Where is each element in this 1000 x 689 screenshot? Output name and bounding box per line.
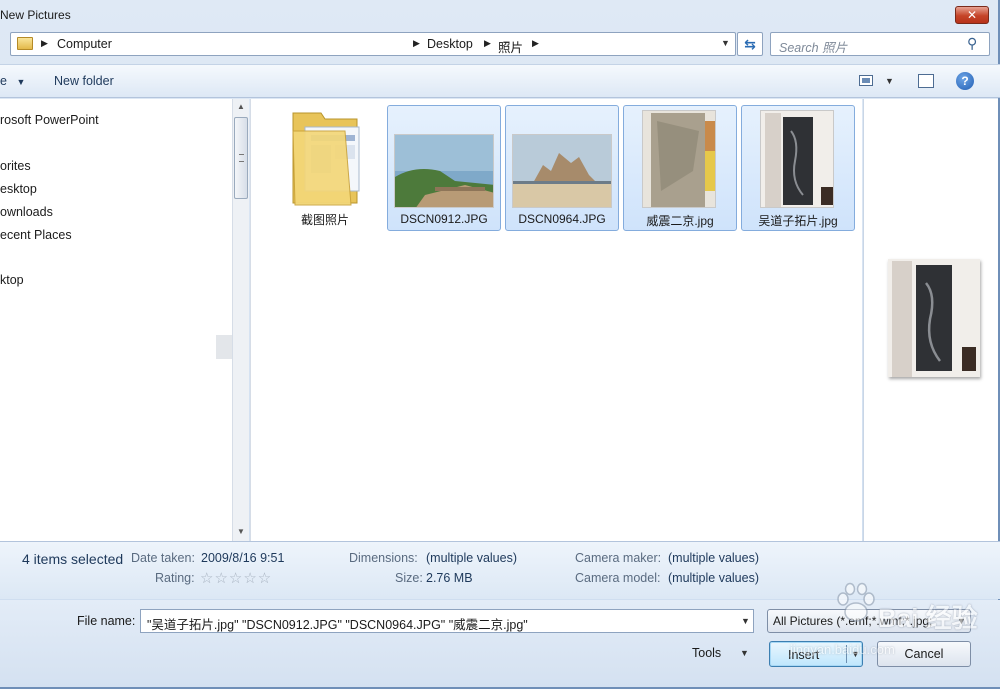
file-name-input[interactable]: "吴道子拓片.jpg" "DSCN0912.JPG" "DSCN0964.JPG… <box>147 614 528 633</box>
scroll-gap <box>216 335 232 359</box>
insert-picture-dialog: New Pictures ✕ ▶ Computer ▶ Desktop ▶ 照片… <box>0 0 1000 689</box>
refresh-icon: ⇆ <box>744 36 756 52</box>
file-name: 吴道子拓片.jpg <box>758 214 838 228</box>
chevron-right-icon[interactable]: ▶ <box>532 38 539 49</box>
title-bar: New Pictures ✕ <box>0 0 1000 30</box>
split-divider <box>846 645 847 663</box>
camera-maker-label: Camera maker: <box>575 551 662 565</box>
tools-button[interactable]: Tools <box>692 646 721 660</box>
file-list: 截图照片 DSCN0912.JPG DSCN0964.JPG 威震二京.jpg … <box>250 99 862 541</box>
rating-label: Rating: <box>155 571 195 585</box>
help-icon[interactable]: ? <box>956 72 974 90</box>
chevron-down-icon: ▼ <box>957 616 966 626</box>
close-button[interactable]: ✕ <box>955 6 989 24</box>
camera-model-label: Camera model: <box>575 571 661 585</box>
file-name: 威震二京.jpg <box>646 214 714 228</box>
file-type-select[interactable]: All Pictures (*.emf;*.wmf;*.jpg; ▼ <box>767 609 971 633</box>
details-pane: 4 items selected Date taken: 2009/8/16 9… <box>0 541 1000 599</box>
nav-item-desktop-tree[interactable]: ktop <box>0 273 24 287</box>
chevron-down-icon[interactable]: ▼ <box>721 38 730 48</box>
file-item-folder[interactable]: 截图照片 <box>269 105 383 231</box>
file-item-image[interactable]: 威震二京.jpg <box>623 105 737 231</box>
search-box[interactable]: Search 照片 ⚲ <box>770 32 990 56</box>
chevron-down-icon[interactable]: ▼ <box>851 649 860 659</box>
address-bar[interactable]: ▶ Computer ▶ Desktop ▶ 照片 ▶ ▼ <box>10 32 736 56</box>
grip-icon <box>239 154 244 162</box>
nav-item-desktop[interactable]: esktop <box>0 182 37 196</box>
view-options-icon[interactable] <box>859 75 873 86</box>
image-thumbnail <box>760 110 834 208</box>
rating-stars[interactable]: ☆☆☆☆☆ <box>200 569 272 587</box>
chevron-down-icon[interactable]: ▼ <box>740 648 749 658</box>
selection-count: 4 items selected <box>22 551 124 567</box>
breadcrumb-computer[interactable]: Computer <box>57 37 112 51</box>
redacted-area <box>133 33 425 55</box>
date-taken-label: Date taken: <box>131 551 195 565</box>
scroll-thumb[interactable] <box>234 117 248 199</box>
file-item-image[interactable]: DSCN0912.JPG <box>387 105 501 231</box>
insert-label: Insert <box>788 648 820 662</box>
size-label: Size: <box>395 571 423 585</box>
navigation-pane: rosoft PowerPoint orites esktop ownloads… <box>0 99 232 541</box>
file-type-value: All Pictures (*.emf;*.wmf;*.jpg; <box>773 614 933 628</box>
image-thumbnail <box>512 134 612 208</box>
file-item-image[interactable]: 吴道子拓片.jpg <box>741 105 855 231</box>
file-name-label: File name: <box>77 614 136 628</box>
image-thumbnail <box>394 134 494 208</box>
size-value: 2.76 MB <box>426 571 473 585</box>
command-toolbar: e ▼ New folder ▼ ? <box>0 64 1000 98</box>
camera-model-value[interactable]: (multiple values) <box>668 571 759 585</box>
cancel-button[interactable]: Cancel <box>877 641 971 667</box>
refresh-button[interactable]: ⇆ <box>737 32 763 56</box>
dimensions-value: (multiple values) <box>426 551 518 565</box>
address-row: ▶ Computer ▶ Desktop ▶ 照片 ▶ ▼ ⇆ Search 照… <box>0 32 1000 58</box>
dimensions-label: Dimensions: <box>349 551 418 565</box>
redacted-area <box>0 299 216 541</box>
chevron-right-icon[interactable]: ▶ <box>413 38 420 49</box>
breadcrumb-desktop[interactable]: Desktop <box>427 37 473 51</box>
new-folder-button[interactable]: New folder <box>54 74 114 88</box>
camera-maker-value[interactable]: (multiple values) <box>668 551 759 565</box>
search-input[interactable]: Search 照片 <box>779 37 847 56</box>
scroll-up-icon[interactable]: ▲ <box>237 102 245 111</box>
nav-item-recent-places[interactable]: ecent Places <box>0 228 72 242</box>
redacted-area <box>216 335 232 541</box>
breadcrumb-photos[interactable]: 照片 <box>498 37 523 56</box>
insert-button[interactable]: Insert ▼ <box>769 641 863 667</box>
window-title: New Pictures <box>0 8 71 22</box>
preview-pane-icon[interactable] <box>918 74 934 88</box>
chevron-down-icon[interactable]: ▼ <box>741 616 750 626</box>
nav-scrollbar[interactable]: ▲ ▼ <box>232 99 249 541</box>
file-name-field[interactable]: "吴道子拓片.jpg" "DSCN0912.JPG" "DSCN0964.JPG… <box>140 609 754 633</box>
chevron-down-icon[interactable]: ▼ <box>885 76 894 86</box>
organize-button[interactable]: e ▼ <box>0 74 25 88</box>
nav-item-downloads[interactable]: ownloads <box>0 205 53 219</box>
chevron-right-icon[interactable]: ▶ <box>41 38 48 49</box>
file-name: 截图照片 <box>300 213 349 227</box>
chevron-right-icon[interactable]: ▶ <box>484 38 491 49</box>
date-taken-value[interactable]: 2009/8/16 9:51 <box>201 551 284 565</box>
image-thumbnail <box>642 110 716 208</box>
file-item-image[interactable]: DSCN0964.JPG <box>505 105 619 231</box>
nav-item-favorites[interactable]: orites <box>0 159 31 173</box>
scroll-down-icon[interactable]: ▼ <box>237 527 245 536</box>
search-icon[interactable]: ⚲ <box>967 35 977 52</box>
chevron-down-icon: ▼ <box>16 77 26 87</box>
close-icon: ✕ <box>966 8 978 22</box>
folder-icon <box>17 37 33 50</box>
preview-pane <box>863 99 998 541</box>
preview-image <box>888 259 980 377</box>
folder-icon <box>292 112 360 206</box>
file-name: DSCN0964.JPG <box>518 212 606 226</box>
file-name: DSCN0912.JPG <box>400 212 488 226</box>
nav-item-powerpoint[interactable]: rosoft PowerPoint <box>0 113 99 127</box>
footer-bar: File name: "吴道子拓片.jpg" "DSCN0912.JPG" "D… <box>0 600 1000 687</box>
